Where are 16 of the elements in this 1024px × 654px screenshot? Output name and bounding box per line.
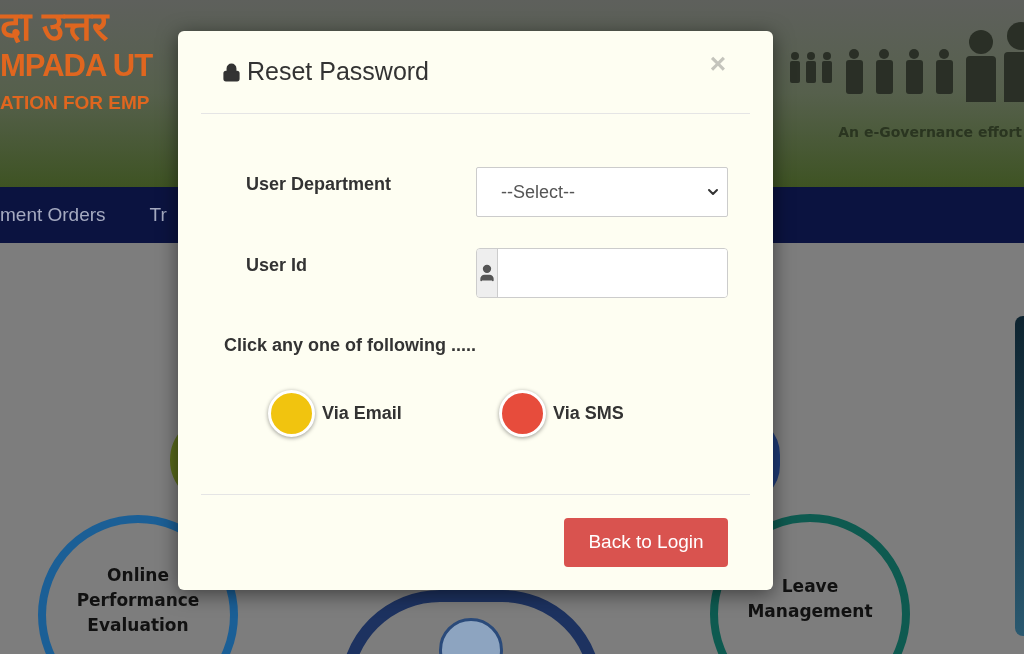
banner-title: MPADA UT	[0, 50, 154, 81]
banner-hindi-title: दा उत्तर	[0, 6, 111, 46]
lock-icon	[222, 62, 241, 82]
feature-label: Online Performance Evaluation	[75, 563, 201, 637]
field-label: User Department	[246, 173, 393, 196]
department-select[interactable]: --Select--	[476, 167, 728, 217]
back-to-login-button[interactable]: Back to Login	[564, 518, 728, 567]
nav-item[interactable]: ment Orders	[0, 200, 106, 230]
feature-label: Leave Management	[746, 575, 874, 623]
dialog-title: Reset Password	[247, 56, 430, 88]
option-label[interactable]: Via SMS	[553, 400, 624, 427]
option-label[interactable]: Via Email	[322, 400, 402, 427]
nav-item[interactable]: Tr	[149, 200, 167, 230]
prompt-text: Click any one of following .....	[224, 334, 478, 357]
banner-subtitle: ATION FOR EMP	[0, 93, 151, 112]
field-label: User Id	[246, 254, 309, 277]
